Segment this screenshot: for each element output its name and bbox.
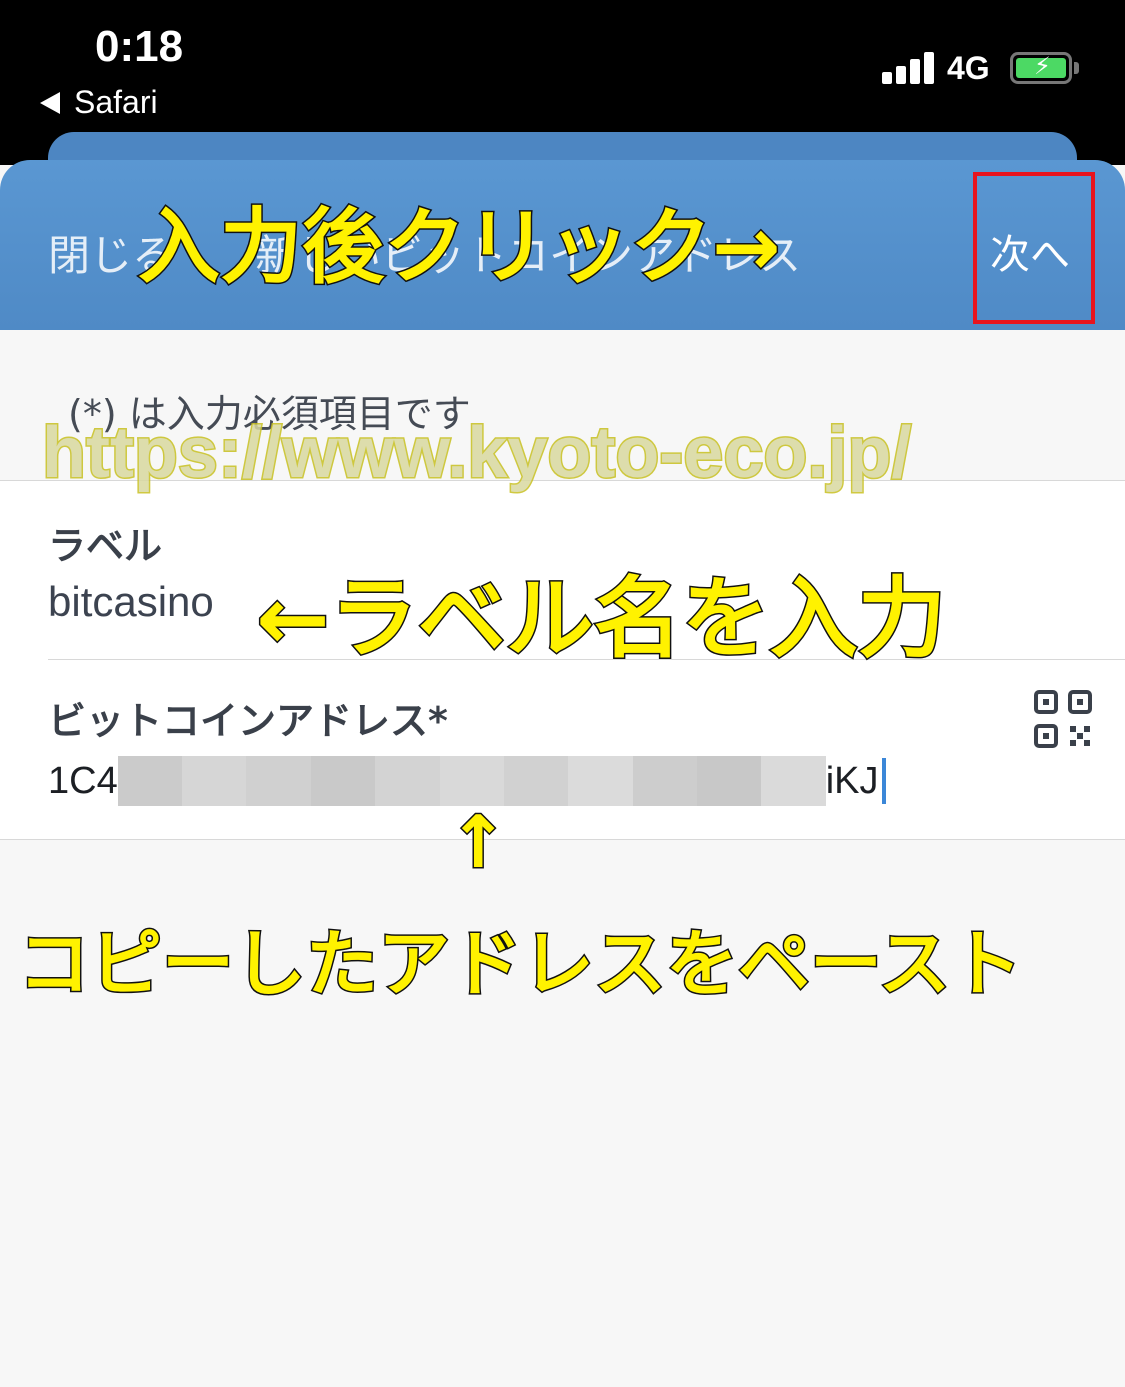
- address-redaction-mosaic: [117, 756, 826, 806]
- label-field-heading: ラベル: [48, 524, 163, 568]
- address-prefix: 1C4: [48, 759, 118, 802]
- back-app-label: Safari: [74, 84, 158, 120]
- address-suffix: iKJ: [825, 759, 879, 802]
- network-type: 4G: [947, 50, 990, 86]
- text-caret: [881, 758, 886, 804]
- address-field-heading: ビットコインアドレス*: [48, 699, 448, 743]
- annotation-arrow-up: ↑: [446, 799, 509, 886]
- annotation-enter-label: ←ラベル名を入力: [255, 566, 948, 672]
- status-time: 0:18: [95, 22, 184, 71]
- next-button-highlight-box: [973, 172, 1095, 324]
- back-triangle-icon: [40, 91, 60, 114]
- label-input[interactable]: bitcasino: [48, 578, 214, 626]
- annotation-paste-address: コピーしたアドレスをペースト: [16, 921, 1023, 1008]
- annotation-click-after-input: 入力後クリック→: [137, 199, 783, 297]
- watermark-url: https://www.kyoto-eco.jp/: [40, 412, 912, 495]
- back-to-safari-button[interactable]: Safari: [40, 84, 158, 121]
- battery-charging-icon: ⚡: [1010, 52, 1072, 84]
- qr-code-icon[interactable]: [1034, 690, 1092, 748]
- cellular-signal-icon: [882, 52, 934, 84]
